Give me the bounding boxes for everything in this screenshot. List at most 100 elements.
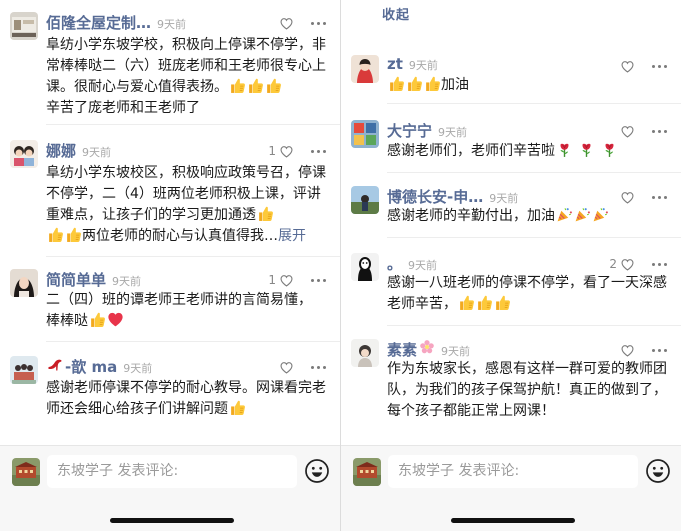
divider <box>46 124 340 125</box>
heart-outline-icon <box>279 144 294 159</box>
heart-outline-icon <box>620 59 635 74</box>
heart-outline-icon <box>279 273 294 288</box>
avatar[interactable] <box>351 55 379 83</box>
commenter-name[interactable]: 娜娜 <box>46 140 76 161</box>
like-button[interactable] <box>620 189 635 205</box>
right-comment-panel: 收起 zt 9天前 加油 大宁宁 9天前 感谢老师们，老师们辛苦啦 博德长安-申… 9… <box>341 0 681 531</box>
thumbs-up-emoji <box>494 294 511 311</box>
comment-time: 9天前 <box>441 345 471 358</box>
comment-text: 二（四）班的谭老师王老师讲的言简易懂， 棒棒哒 <box>46 292 312 329</box>
more-dots-icon <box>311 278 314 282</box>
thumbs-up-emoji <box>458 294 475 311</box>
commenter-name[interactable]: zt <box>387 55 403 73</box>
avatar[interactable] <box>351 339 379 367</box>
like-button[interactable] <box>279 359 294 375</box>
comment-text: 阜纺小学东坡学校，积极向上停课不停学，非常棒棒哒二（六）班庞老师和王老师很专心上… <box>46 37 326 116</box>
comment-text: 阜纺小学东坡校区，积极响应政策号召，停课不停学，二（4）班两位老师积极上课，评讲… <box>46 165 326 244</box>
more-options-button[interactable] <box>652 58 667 74</box>
comment-input[interactable]: 东坡学子 发表评论: <box>388 455 638 488</box>
thumbs-up-emoji <box>476 294 493 311</box>
home-indicator <box>110 518 234 523</box>
flower-emoji <box>419 339 435 355</box>
my-avatar[interactable] <box>353 458 381 486</box>
comment-time: 9天前 <box>489 192 519 205</box>
divider <box>46 256 340 257</box>
rose-emoji <box>601 141 618 158</box>
like-button[interactable] <box>620 123 635 139</box>
like-button[interactable]: 1 <box>268 143 294 159</box>
comment-time: 9天前 <box>438 126 468 139</box>
avatar[interactable] <box>351 120 379 148</box>
thumbs-up-emoji <box>229 399 246 416</box>
collapse-link[interactable]: 收起 <box>382 4 410 23</box>
comment-time: 9天前 <box>408 259 438 272</box>
comment-time: 9天前 <box>408 59 438 72</box>
more-options-button[interactable] <box>652 189 667 205</box>
more-options-button[interactable] <box>311 143 326 159</box>
comment-text: 作为东坡家长，感恩有这样一群可爱的教师团队，为我们的孩子保驾护航！真正的做到了，… <box>387 361 667 419</box>
thumbs-up-emoji <box>265 77 282 94</box>
comment-text: 加油 <box>387 75 669 96</box>
like-count: 1 <box>268 273 276 287</box>
commenter-name[interactable]: 大宁宁 <box>387 120 432 141</box>
avatar[interactable] <box>10 12 38 40</box>
party-popper-emoji <box>556 206 573 223</box>
thumbs-up-emoji <box>229 77 246 94</box>
commenter-name[interactable]: 佰隆全屋定制… <box>46 12 151 33</box>
comment-time: 9天前 <box>82 146 112 159</box>
heart-outline-icon <box>620 257 635 272</box>
divider <box>387 325 681 326</box>
my-avatar[interactable] <box>12 458 40 486</box>
party-popper-emoji <box>592 206 609 223</box>
red-heart-emoji <box>107 311 124 328</box>
more-options-button[interactable] <box>652 342 667 358</box>
more-options-button[interactable] <box>311 15 326 31</box>
like-button[interactable]: 2 <box>609 256 635 272</box>
avatar[interactable] <box>10 140 38 168</box>
avatar[interactable] <box>351 186 379 214</box>
like-button[interactable] <box>620 58 635 74</box>
smiley-face-icon[interactable] <box>304 458 330 484</box>
more-options-button[interactable] <box>652 123 667 139</box>
expand-link[interactable]: 展开 <box>278 228 306 244</box>
thumbs-up-emoji <box>406 75 423 92</box>
high-heel-emoji <box>47 356 63 372</box>
more-dots-icon <box>311 149 314 153</box>
like-button[interactable]: 1 <box>268 272 294 288</box>
like-count: 1 <box>268 144 276 158</box>
rose-emoji <box>556 141 573 158</box>
thumbs-up-emoji <box>247 77 264 94</box>
commenter-name[interactable]: 素素 <box>387 339 417 360</box>
commenter-name[interactable]: -歆 ma <box>65 356 117 377</box>
more-dots-icon <box>652 64 655 68</box>
comment-text: 感谢一八班老师的停课不停学，看了一天深感老师辛苦， <box>387 275 667 312</box>
commenter-name[interactable]: 简简单单 <box>46 269 106 290</box>
more-options-button[interactable] <box>311 359 326 375</box>
like-button[interactable] <box>620 342 635 358</box>
party-popper-emoji <box>574 206 591 223</box>
more-options-button[interactable] <box>652 256 667 272</box>
comment-input-bar: 东坡学子 发表评论: <box>341 445 681 531</box>
avatar[interactable] <box>10 269 38 297</box>
comment-input-bar: 东坡学子 发表评论: <box>0 445 340 531</box>
divider <box>387 172 681 173</box>
smiley-face-icon[interactable] <box>645 458 671 484</box>
more-options-button[interactable] <box>311 272 326 288</box>
heart-outline-icon <box>620 343 635 358</box>
heart-outline-icon <box>279 16 294 31</box>
thumbs-up-emoji <box>257 205 274 222</box>
more-dots-icon <box>311 21 314 25</box>
comment-input[interactable]: 东坡学子 发表评论: <box>47 455 297 488</box>
more-dots-icon <box>652 348 655 352</box>
more-dots-icon <box>652 262 655 266</box>
avatar[interactable] <box>10 356 38 384</box>
heart-outline-icon <box>279 360 294 375</box>
thumbs-up-emoji <box>65 226 82 243</box>
thumbs-up-emoji <box>89 311 106 328</box>
avatar[interactable] <box>351 253 379 281</box>
commenter-name[interactable]: 。 <box>387 253 402 274</box>
commenter-name[interactable]: 博德长安-申… <box>387 186 483 207</box>
divider <box>387 103 681 104</box>
like-button[interactable] <box>279 15 294 31</box>
left-comment-panel: 佰隆全屋定制… 9天前 阜纺小学东坡学校，积极向上停课不停学，非常棒棒哒二（六）班… <box>0 0 340 531</box>
